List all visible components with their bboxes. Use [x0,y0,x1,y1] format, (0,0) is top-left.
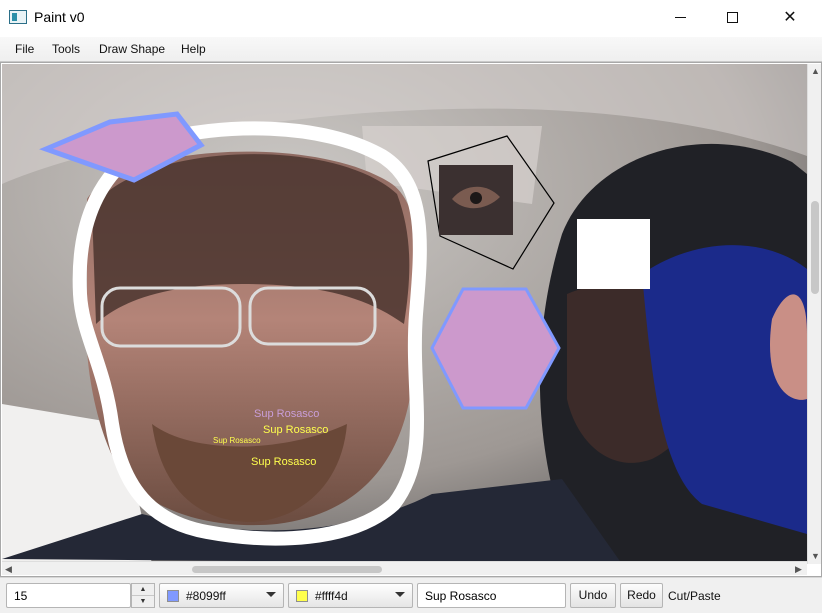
brush-size-input[interactable]: 15 [6,583,131,608]
menu-tools[interactable]: Tools [52,42,80,56]
title-bar: Paint v0 ✕ [0,0,822,37]
up-arrow-icon[interactable]: ▲ [811,66,820,76]
stroke-color-picker[interactable]: #8099ff [159,583,284,608]
horizontal-scrollbar[interactable]: ◀ ▶ [2,561,807,575]
app-icon [9,10,27,24]
left-arrow-icon[interactable]: ◀ [5,564,12,574]
horizontal-scroll-thumb[interactable] [192,566,382,573]
mode-label: Cut/Paste [668,589,721,603]
fill-color-picker[interactable]: #ffff4d [288,583,413,608]
stroke-color-swatch [167,590,179,602]
drawing-canvas[interactable]: Sup Rosasco Sup Rosasco Sup Rosasco Sup … [2,64,807,564]
close-icon[interactable]: ✕ [767,0,813,37]
text-stamp: Sup Rosasco [263,424,328,436]
fill-color-swatch [296,590,308,602]
window-title: Paint v0 [34,9,85,25]
text-stamp: Sup Rosasco [213,436,261,445]
down-arrow-icon[interactable]: ▼ [811,551,820,561]
brush-size-stepper[interactable]: ▲ ▼ [131,583,155,608]
menu-help[interactable]: Help [181,42,206,56]
increment-icon[interactable]: ▲ [132,584,154,596]
vertical-scroll-thumb[interactable] [811,201,819,294]
drawing-canvas-frame: Sup Rosasco Sup Rosasco Sup Rosasco Sup … [0,62,822,577]
decrement-icon[interactable]: ▼ [132,596,154,608]
right-arrow-icon[interactable]: ▶ [795,564,802,574]
text-stamp: Sup Rosasco [254,408,319,420]
bottom-toolbar: 15 ▲ ▼ #8099ff #ffff4d Sup Rosasco Undo … [0,577,822,613]
white-square-shape [577,219,650,289]
maximize-icon[interactable] [709,0,755,37]
stroke-color-label: #8099ff [186,589,226,603]
chevron-down-icon [266,592,276,597]
minimize-icon[interactable] [657,0,703,37]
menu-bar: File Tools Draw Shape Help [0,37,822,62]
text-input[interactable]: Sup Rosasco [417,583,566,608]
pasted-eye-pupil [470,192,482,204]
menu-file[interactable]: File [15,42,34,56]
undo-button[interactable]: Undo [570,583,616,608]
text-stamp: Sup Rosasco [251,456,316,468]
vertical-scrollbar[interactable]: ▲ ▼ [807,64,821,564]
redo-button[interactable]: Redo [620,583,663,608]
fill-color-label: #ffff4d [315,589,348,603]
chevron-down-icon [395,592,405,597]
menu-draw-shape[interactable]: Draw Shape [99,42,165,56]
canvas-artwork: Sup Rosasco Sup Rosasco Sup Rosasco Sup … [2,64,807,564]
